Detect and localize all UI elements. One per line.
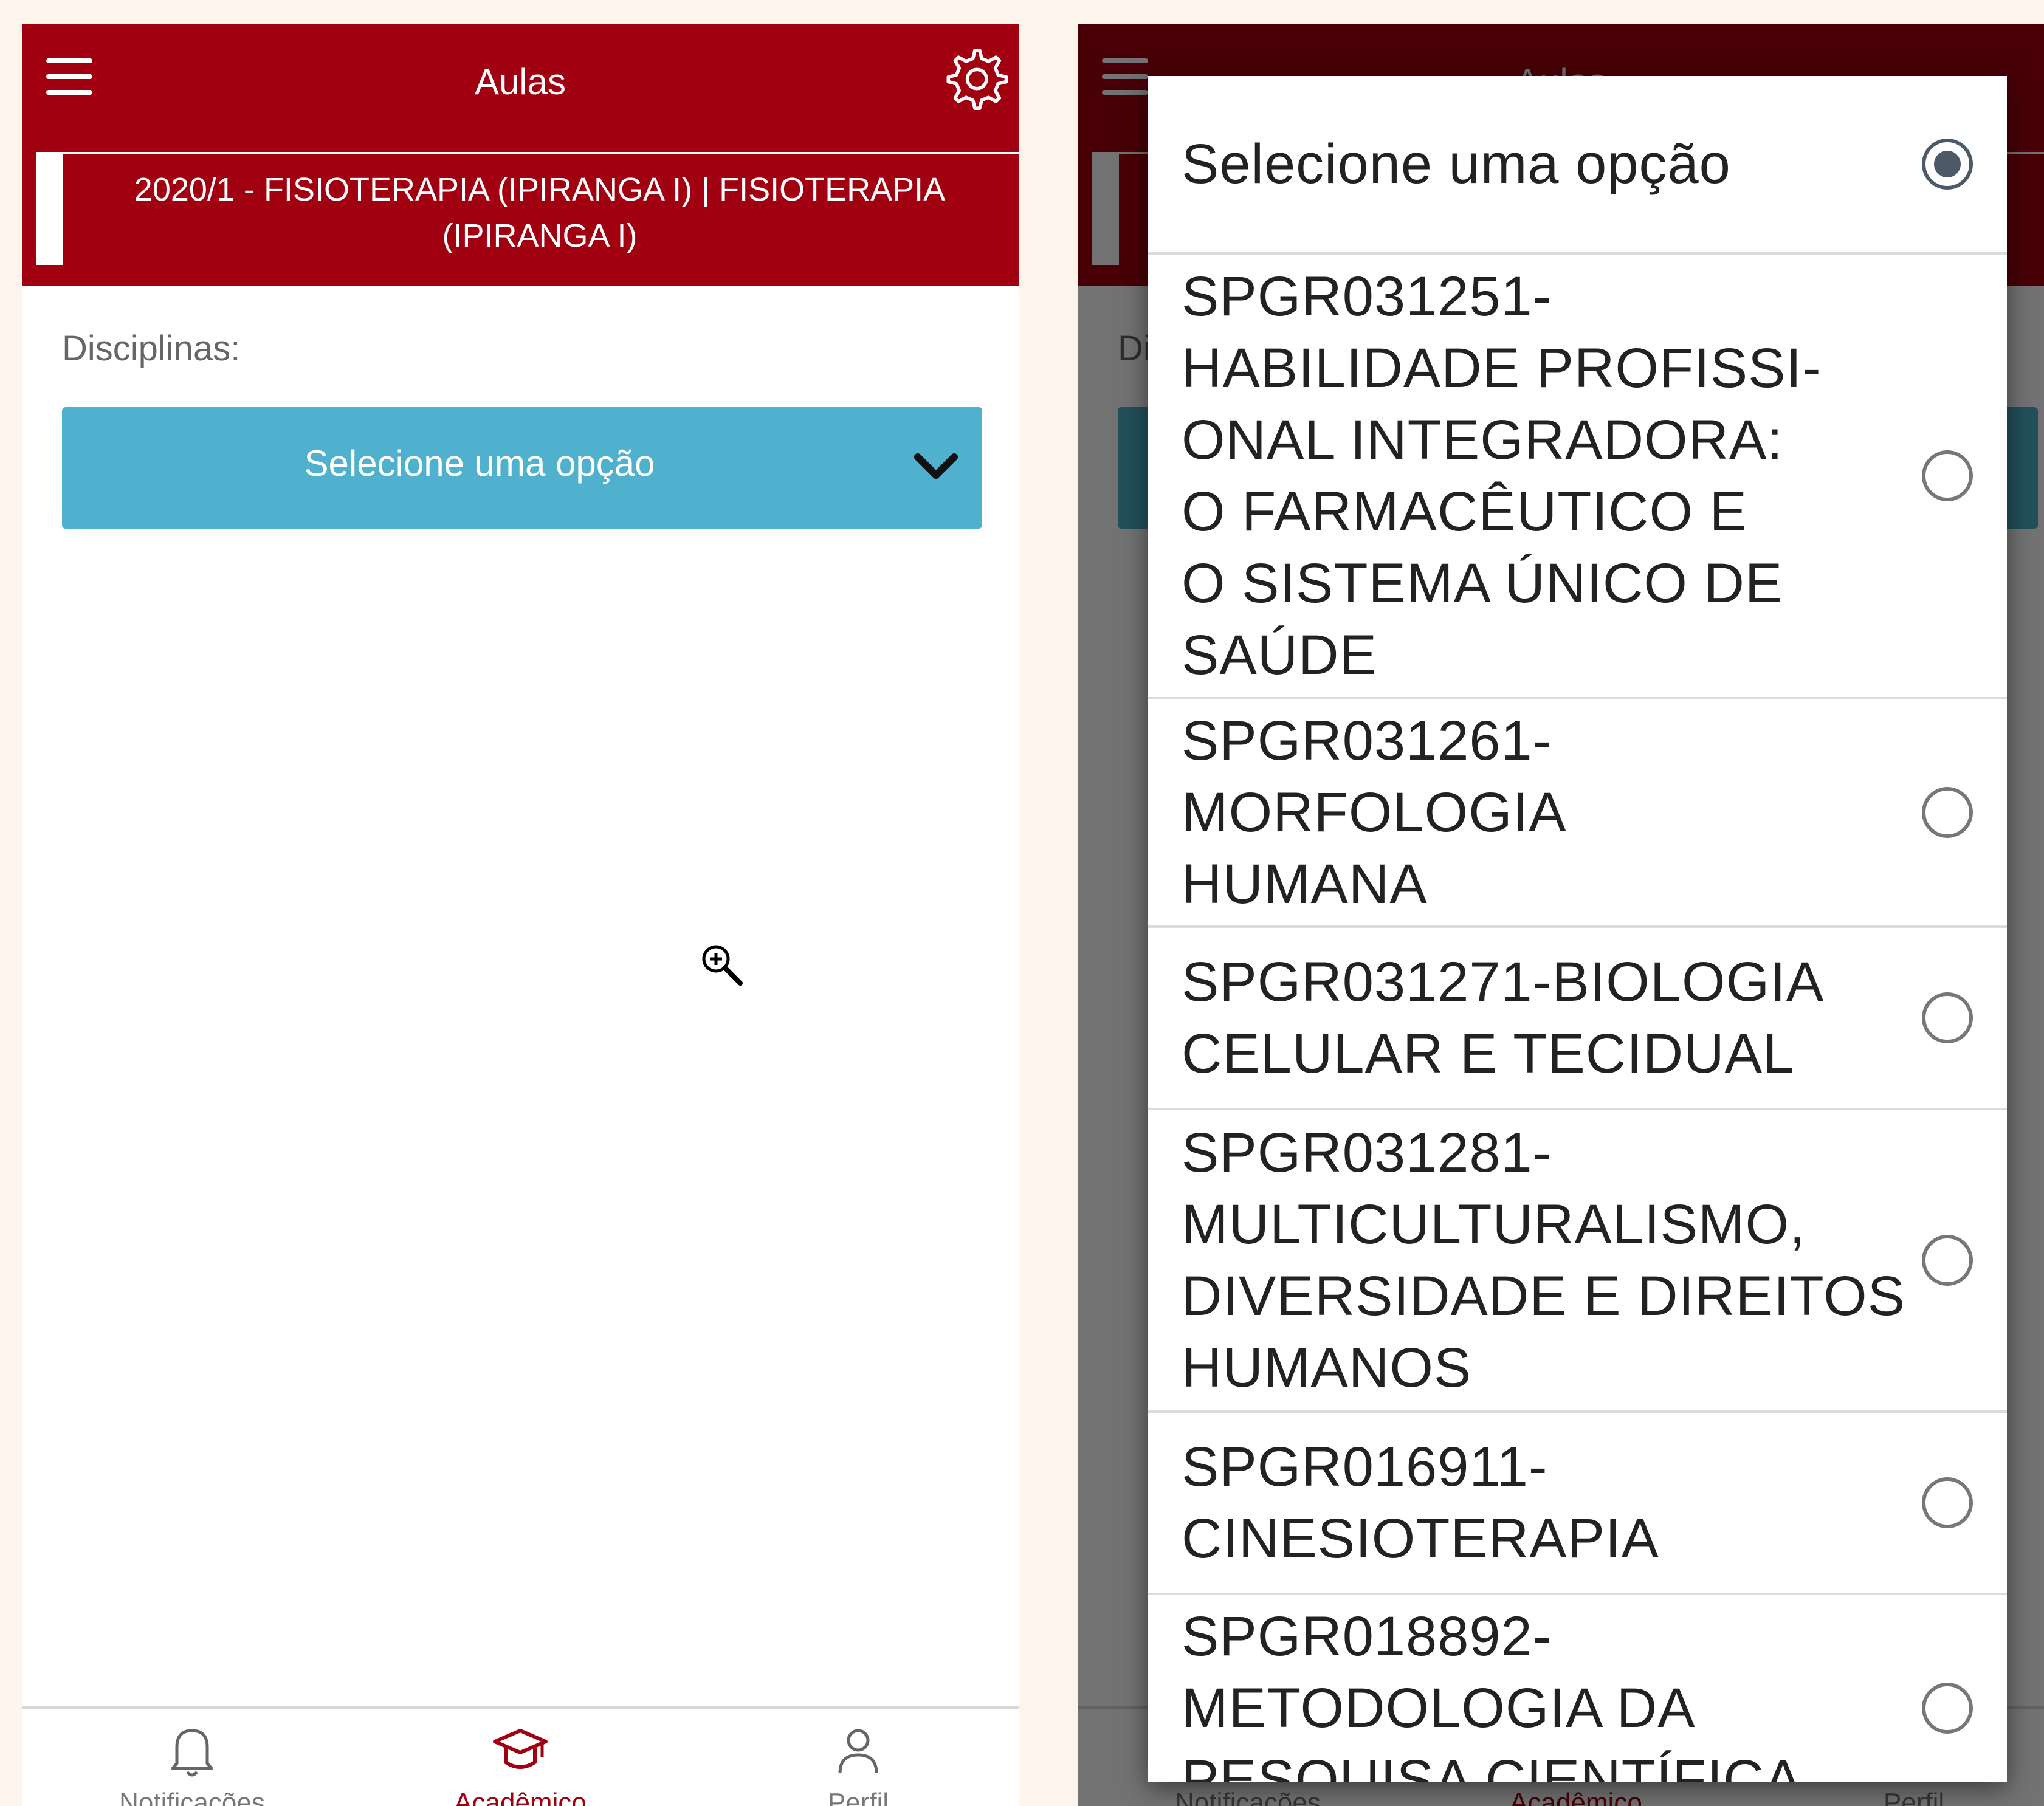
radio-icon[interactable] xyxy=(1922,992,1973,1043)
disciplina-select[interactable]: Selecione uma opção xyxy=(62,407,982,529)
option-spgr016911[interactable]: SPGR016911- CINESIOTERAPIA xyxy=(1148,1413,2007,1595)
option-label: SPGR018892- METODOLOGIA DA PESQUISA CIEN… xyxy=(1182,1605,1802,1782)
gear-icon[interactable] xyxy=(941,45,1009,113)
course-selector[interactable]: 2020/1 - FISIOTERAPIA (IPIRANGA I) | FIS… xyxy=(36,152,1019,265)
course-marker xyxy=(36,154,63,265)
option-default[interactable]: Selecione uma opção xyxy=(1148,76,2007,255)
nav-label: Notificações xyxy=(119,1788,265,1806)
option-spgr031281[interactable]: SPGR031281- MULTICULTURALISMO, DIVERSIDA… xyxy=(1148,1110,2007,1413)
nav-item-perfil[interactable]: Perfil xyxy=(767,1720,949,1806)
nav-item-academico[interactable]: Acadêmico xyxy=(429,1720,611,1806)
option-picker-dialog: Selecione uma opção SPGR031251- HABILIDA… xyxy=(1148,76,2007,1782)
disciplinas-label: Disciplinas: xyxy=(62,329,241,368)
option-spgr031251[interactable]: SPGR031251- HABILIDADE PROFISSI- ONAL IN… xyxy=(1148,255,2007,699)
course-line-1: 2020/1 - FISIOTERAPIA (IPIRANGA I) | FIS… xyxy=(134,171,946,208)
option-label: SPGR016911- CINESIOTERAPIA xyxy=(1182,1436,1659,1570)
page-title: Aulas xyxy=(474,61,566,102)
nav-label: Perfil xyxy=(827,1788,889,1806)
select-placeholder: Selecione uma opção xyxy=(304,443,655,484)
option-spgr018892[interactable]: SPGR018892- METODOLOGIA DA PESQUISA CIEN… xyxy=(1148,1595,2007,1782)
nav-label: Acadêmico xyxy=(454,1788,587,1806)
radio-icon[interactable] xyxy=(1922,1235,1973,1286)
option-label: SPGR031261- MORFOLOGIA HUMANA xyxy=(1182,710,1567,915)
header-bar: Aulas 2020/1 - FISIOTERAPIA (IPIRANGA I)… xyxy=(22,24,1019,286)
radio-icon[interactable] xyxy=(1922,787,1973,838)
option-spgr031261[interactable]: SPGR031261- MORFOLOGIA HUMANA xyxy=(1148,699,2007,928)
option-label: SPGR031271-BIOLOGIA CELULAR E TECIDUAL xyxy=(1182,951,1825,1085)
chevron-down-icon xyxy=(914,453,958,479)
graduation-cap-icon xyxy=(493,1729,548,1769)
zoom-in-cursor-icon xyxy=(702,945,743,986)
course-name: 2020/1 - FISIOTERAPIA (IPIRANGA I) | FIS… xyxy=(91,167,988,259)
radio-icon[interactable] xyxy=(1922,1477,1973,1528)
user-icon xyxy=(838,1729,878,1774)
course-line-2: (IPIRANGA I) xyxy=(442,218,638,254)
option-label: Selecione uma opção xyxy=(1182,133,1731,195)
radio-icon[interactable] xyxy=(1922,450,1973,501)
bell-icon xyxy=(171,1729,213,1777)
option-label: SPGR031281- MULTICULTURALISMO, DIVERSIDA… xyxy=(1182,1122,1906,1399)
radio-selected-icon[interactable] xyxy=(1922,139,1973,190)
bottom-navigation: Notificações Acadêmico Perfil xyxy=(22,1706,1019,1806)
app-screen-left: Aulas 2020/1 - FISIOTERAPIA (IPIRANGA I)… xyxy=(22,24,1019,1806)
nav-item-notificacoes[interactable]: Notificações xyxy=(101,1720,283,1806)
option-spgr031271[interactable]: SPGR031271-BIOLOGIA CELULAR E TECIDUAL xyxy=(1148,928,2007,1110)
radio-icon[interactable] xyxy=(1922,1683,1973,1734)
option-label: SPGR031251- HABILIDADE PROFISSI- ONAL IN… xyxy=(1182,266,1822,686)
